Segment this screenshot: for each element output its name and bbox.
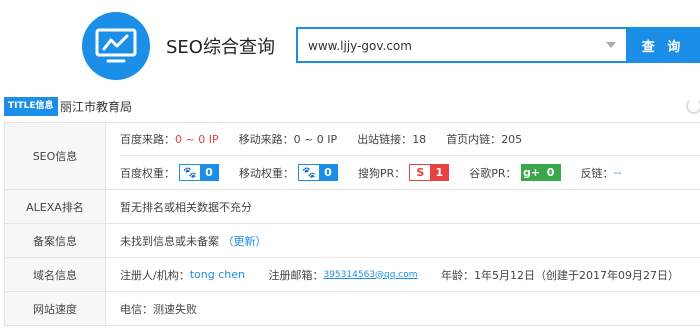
backlink-value[interactable]: -- — [614, 166, 622, 179]
alexa-label: ALEXA排名 — [4, 189, 106, 224]
refresh-icon[interactable] — [686, 98, 700, 114]
baidu-weight-value: 0 — [200, 165, 218, 180]
mobile-weight-label: 移动权重： — [239, 166, 294, 180]
outbound-links: 出站链接： 18 — [357, 131, 426, 147]
email-label: 注册邮箱： — [268, 268, 324, 282]
sogou-badge[interactable]: S 1 — [409, 164, 450, 181]
mobile-source: 移动来路： 0 ~ 0 IP — [239, 131, 338, 147]
icp-values: 未找到信息或未备案 （更新） — [105, 223, 700, 258]
seo-line-2: 百度权重： 🐾 0 移动权重： 🐾 0 搜狗PR： S 1 谷歌PR： g+ 0… — [120, 156, 700, 189]
registrant-value[interactable]: tong chen — [190, 268, 245, 281]
sogou-pr: 搜狗PR： S 1 — [358, 164, 450, 181]
info-table: SEO信息 百度来路： 0 ~ 0 IP 移动来路： 0 ~ 0 IP 出站链接… — [4, 122, 700, 326]
registrant-email: 注册邮箱： 395314563@qq.com — [268, 267, 417, 283]
google-plus-icon: g+ — [521, 165, 542, 180]
icp-row: 备案信息 未找到信息或未备案 （更新） — [4, 223, 700, 258]
baidu-weight-badge[interactable]: 🐾 0 — [179, 164, 219, 181]
baidu-weight: 百度权重： 🐾 0 — [120, 164, 219, 181]
backlink-label: 反链： — [580, 166, 614, 180]
chevron-down-icon[interactable] — [606, 42, 616, 48]
google-value: 0 — [541, 165, 560, 180]
mobile-source-label: 移动来路： — [238, 133, 294, 146]
alexa-row: ALEXA排名 暂无排名或相关数据不充分 — [4, 189, 700, 224]
speed-label: 网站速度 — [4, 291, 106, 326]
age-value: 1年5月12日（创建于2017年09月27日） — [474, 268, 680, 282]
seo-row: SEO信息 百度来路： 0 ~ 0 IP 移动来路： 0 ~ 0 IP 出站链接… — [4, 122, 700, 190]
seo-values: 百度来路： 0 ~ 0 IP 移动来路： 0 ~ 0 IP 出站链接： 18 首… — [105, 122, 700, 190]
age-label: 年龄： — [441, 268, 475, 282]
app-title: SEO综合查询 — [166, 37, 275, 58]
registrant: 注册人/机构： tong chen — [120, 267, 245, 283]
mobile-source-value: 0 ~ 0 IP — [293, 132, 338, 146]
registrant-label: 注册人/机构： — [120, 268, 190, 282]
baidu-source: 百度来路： 0 ~ 0 IP — [120, 131, 219, 147]
inbound-links: 首页内链： 205 — [446, 131, 522, 147]
seo-logo-icon — [82, 12, 150, 80]
google-pr: 谷歌PR： g+ 0 — [469, 164, 561, 181]
search-input[interactable] — [308, 37, 598, 55]
inbound-value: 205 — [501, 132, 523, 146]
speed-value: 电信：测速失败 — [105, 291, 700, 326]
site-title: 丽江市教育局 — [60, 100, 133, 114]
icp-label: 备案信息 — [4, 223, 106, 258]
domain-age: 年龄： 1年5月12日（创建于2017年09月27日） — [441, 267, 679, 283]
alexa-value: 暂无排名或相关数据不充分 — [105, 189, 700, 224]
baidu-source-value[interactable]: 0 ~ 0 IP — [175, 133, 219, 146]
whois-row: 域名信息 注册人/机构： tong chen 注册邮箱： 395314563@q… — [4, 257, 700, 292]
search-box[interactable] — [296, 27, 626, 63]
email-value[interactable]: 395314563@qq.com — [323, 270, 417, 280]
sogou-label: 搜狗PR： — [358, 166, 406, 180]
backlinks: 反链： -- — [581, 165, 622, 181]
icp-value: 未找到信息或未备案 — [120, 234, 219, 248]
seo-label: SEO信息 — [4, 122, 106, 190]
whois-label: 域名信息 — [4, 257, 106, 292]
mobile-weight: 移动权重： 🐾 0 — [239, 164, 338, 181]
header: SEO综合查询 查 询 — [0, 0, 700, 92]
mobile-weight-value: 0 — [319, 165, 337, 180]
title-tag: TITLE信息 — [4, 97, 58, 116]
outbound-label: 出站链接： — [357, 133, 413, 146]
seo-line-1: 百度来路： 0 ~ 0 IP 移动来路： 0 ~ 0 IP 出站链接： 18 首… — [120, 123, 700, 156]
baidu-source-label: 百度来路： — [120, 133, 175, 146]
google-badge[interactable]: g+ 0 — [520, 164, 561, 181]
inbound-label: 首页内链： — [446, 133, 502, 146]
speed-row: 网站速度 电信：测速失败 — [4, 291, 700, 326]
icp-update-link[interactable]: （更新） — [223, 235, 267, 248]
search-button[interactable]: 查 询 — [626, 27, 700, 63]
outbound-value: 18 — [412, 132, 427, 146]
sogou-icon: S — [410, 165, 431, 180]
mobile-weight-badge[interactable]: 🐾 0 — [298, 164, 338, 181]
google-label: 谷歌PR： — [469, 166, 517, 180]
title-row: TITLE信息 丽江市教育局 — [0, 95, 700, 119]
baidu-weight-label: 百度权重： — [120, 166, 175, 180]
whois-values: 注册人/机构： tong chen 注册邮箱： 395314563@qq.com… — [105, 257, 700, 292]
sogou-value: 1 — [430, 165, 449, 180]
paw-icon: 🐾 — [299, 165, 319, 180]
paw-icon: 🐾 — [180, 165, 200, 180]
